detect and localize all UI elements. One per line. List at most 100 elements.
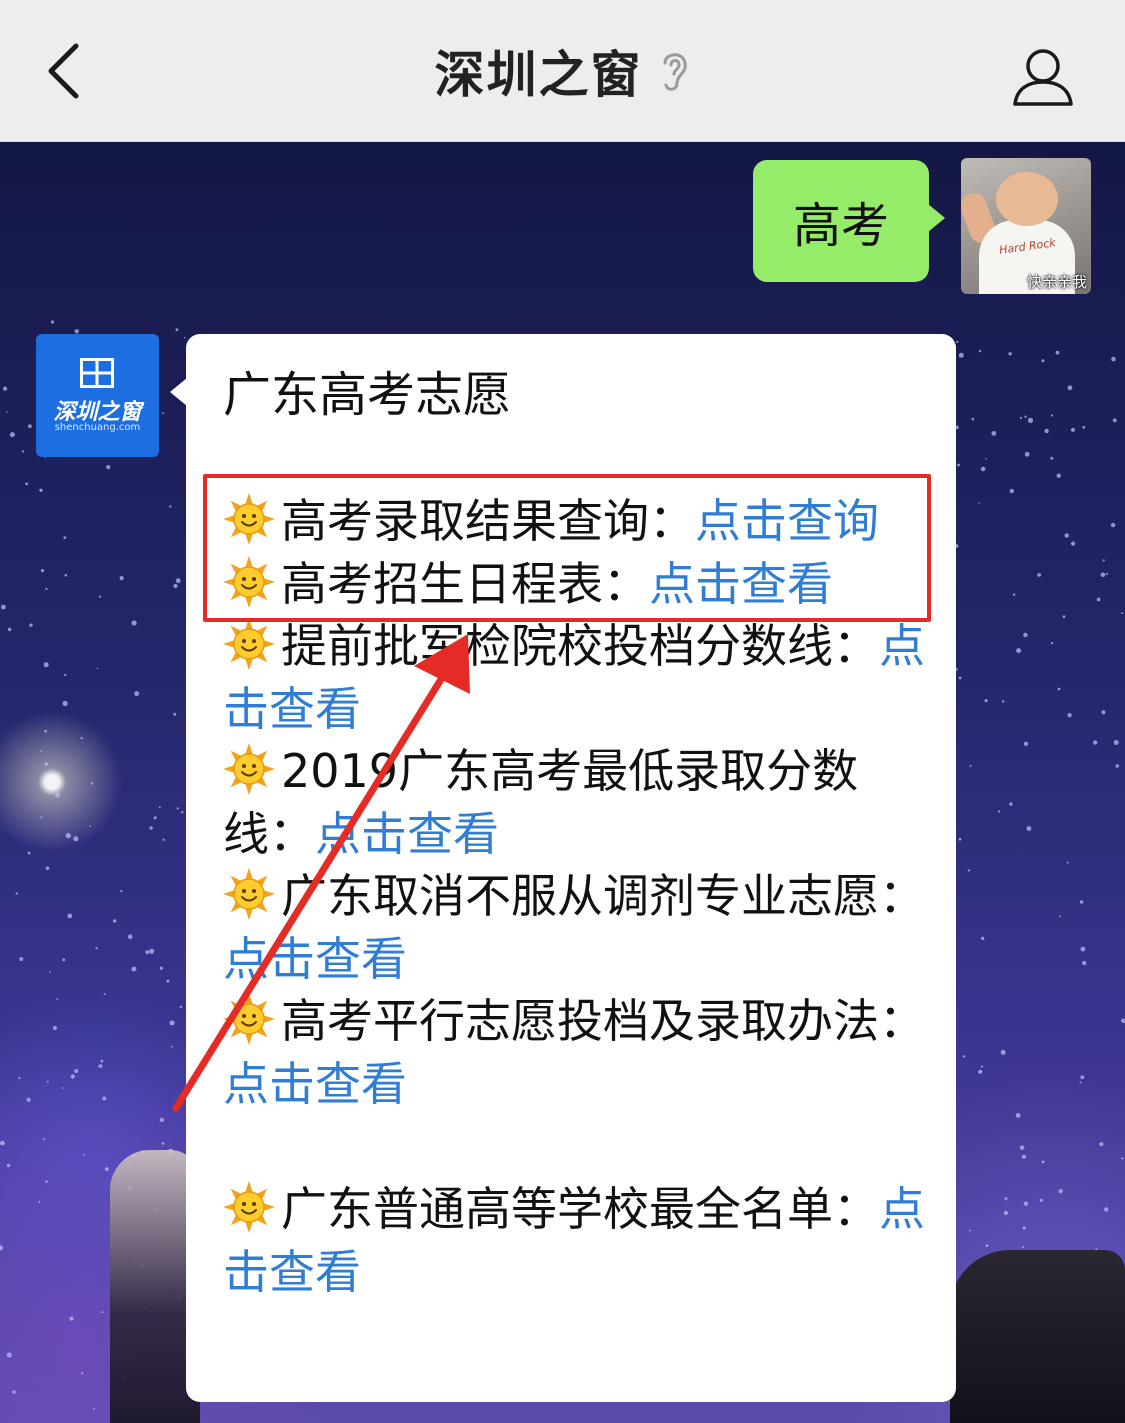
view-link[interactable]: 点击查看 bbox=[223, 932, 407, 986]
stadium-light bbox=[62, 1087, 64, 1089]
stadium-light bbox=[52, 1025, 58, 1031]
stadium-light bbox=[1115, 764, 1119, 768]
stadium-light bbox=[1009, 488, 1014, 494]
stadium-light bbox=[9, 432, 15, 438]
stadium-light bbox=[170, 1045, 173, 1048]
stadium-light bbox=[1044, 428, 1049, 434]
stadium-light bbox=[1055, 350, 1060, 355]
outgoing-message-text: 高考 bbox=[792, 198, 889, 254]
stadium-light bbox=[1056, 473, 1061, 478]
stadium-light bbox=[45, 587, 48, 590]
stadium-light bbox=[1039, 1198, 1043, 1202]
stadium-light bbox=[62, 958, 66, 962]
stadium-light bbox=[15, 892, 18, 895]
page-title: 深圳之窗 bbox=[434, 46, 643, 104]
incoming-message-bubble: 广东高考志愿 高考录取结果查询：点击查询 高考招生日程表：点击查看 提前批军检院校投… bbox=[170, 334, 956, 1402]
stadium-light bbox=[1, 604, 6, 610]
stadium-light bbox=[1019, 1145, 1025, 1150]
profile-button[interactable] bbox=[1011, 44, 1075, 108]
stadium-light bbox=[957, 463, 960, 467]
stadium-light bbox=[1079, 900, 1084, 904]
stadium-light bbox=[29, 623, 33, 627]
stadium-light bbox=[1096, 597, 1101, 602]
stadium-light bbox=[1121, 1157, 1124, 1160]
view-link[interactable]: 点击查看 bbox=[649, 557, 833, 611]
stadium-light bbox=[181, 811, 184, 814]
stadium-light bbox=[27, 851, 31, 855]
stadium-light bbox=[175, 328, 179, 332]
stadium-light bbox=[1023, 632, 1028, 638]
back-button[interactable] bbox=[30, 36, 100, 106]
user-avatar[interactable]: Hard Rock 快亲亲我 bbox=[961, 158, 1091, 294]
stadium-light bbox=[175, 578, 181, 584]
stadium-light bbox=[176, 807, 179, 810]
view-link[interactable]: 点击查看 bbox=[315, 807, 499, 861]
stadium-light bbox=[1067, 713, 1072, 718]
stadium-light bbox=[161, 1142, 165, 1145]
stadium-light bbox=[1067, 385, 1073, 391]
outgoing-message-bubble[interactable]: 高考 bbox=[753, 160, 945, 282]
stadium-light bbox=[991, 431, 997, 436]
stadium-light bbox=[169, 1020, 175, 1026]
stadium-light bbox=[1022, 1246, 1024, 1249]
stadium-light bbox=[1112, 418, 1117, 423]
stadium-light bbox=[183, 336, 186, 339]
navigation-bar: 深圳之窗 bbox=[0, 0, 1125, 142]
stadium-light bbox=[981, 936, 985, 941]
stadium-light bbox=[1093, 740, 1098, 745]
stadium-light bbox=[1024, 415, 1027, 418]
stadium-light bbox=[46, 1080, 49, 1083]
stadium-light bbox=[39, 488, 43, 492]
stadium-light bbox=[159, 966, 163, 970]
stadium-light bbox=[21, 450, 24, 453]
avatar-caption: 快亲亲我 bbox=[1026, 273, 1087, 291]
stadium-light bbox=[69, 1316, 74, 1321]
stadium-light bbox=[62, 700, 68, 707]
query-link[interactable]: 点击查询 bbox=[695, 494, 879, 548]
stadium-light bbox=[169, 505, 172, 508]
stadium-light bbox=[1057, 687, 1061, 691]
stadium-light bbox=[81, 1372, 84, 1375]
message-item: 广东普通高等学校最全名单：点击查看 bbox=[223, 1178, 926, 1303]
stadium-light bbox=[134, 691, 140, 697]
stadium-light bbox=[0, 1245, 4, 1251]
stadium-light bbox=[985, 458, 987, 460]
stadium-light bbox=[1058, 1189, 1063, 1194]
stadium-light bbox=[1041, 1160, 1045, 1164]
message-item: 高考平行志愿投档及录取办法： 点击查看 bbox=[223, 990, 926, 1115]
stadium-light bbox=[1021, 1154, 1026, 1159]
stadium-light bbox=[45, 866, 50, 871]
stadium-light bbox=[50, 320, 55, 324]
stadium-light bbox=[1008, 352, 1012, 356]
message-item: 2019广东高考最低录取分数线：点击查看 bbox=[223, 740, 926, 865]
stadium-light bbox=[119, 576, 124, 581]
stadium-light bbox=[969, 1229, 971, 1232]
stadium-light bbox=[1024, 451, 1030, 457]
sun-emoji-icon bbox=[223, 555, 275, 608]
sun-emoji-icon bbox=[223, 493, 275, 545]
stadium-light bbox=[64, 574, 68, 577]
stadium-light bbox=[90, 782, 94, 785]
sun-emoji-icon bbox=[223, 1181, 275, 1233]
stadium-light bbox=[1023, 741, 1029, 746]
sun-emoji-icon bbox=[223, 618, 275, 670]
stadium-light bbox=[1009, 802, 1013, 806]
official-account-avatar[interactable]: 深圳之窗 shenchuang.com bbox=[36, 334, 159, 457]
stadium-light bbox=[1015, 1113, 1021, 1118]
stadium-light bbox=[962, 1055, 966, 1058]
stadium-light bbox=[42, 1138, 45, 1141]
ear-icon bbox=[663, 53, 687, 91]
stadium-light bbox=[1051, 642, 1054, 645]
stadium-light bbox=[99, 595, 102, 598]
stadium-light bbox=[1100, 572, 1106, 578]
stadium-light bbox=[1121, 1018, 1125, 1023]
stadium-light bbox=[96, 667, 99, 670]
stadium-light bbox=[1004, 1197, 1008, 1201]
stadium-light bbox=[40, 750, 43, 752]
view-link[interactable]: 点击查看 bbox=[223, 1057, 407, 1111]
stadium-light bbox=[1082, 960, 1087, 966]
stadium-light bbox=[1000, 1049, 1006, 1055]
stadium-light bbox=[63, 536, 67, 539]
stadium-light bbox=[101, 1311, 104, 1314]
stadium-light bbox=[159, 1117, 164, 1122]
